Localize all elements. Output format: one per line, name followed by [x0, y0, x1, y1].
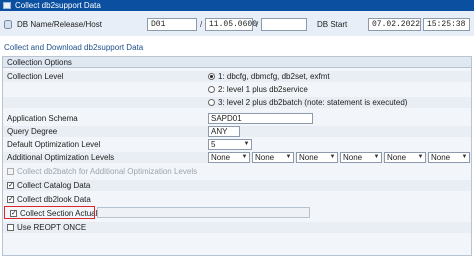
additional-opt-level-select[interactable]: None ▼: [428, 152, 470, 163]
chevron-down-icon: ▼: [417, 154, 424, 160]
collection-level-label: Collection Level: [7, 72, 64, 81]
checkbox-row-catalog: ✓ Collect Catalog Data: [3, 180, 471, 191]
collection-level-row: Collection Level 1: dbcfg, dbmcfg, db2se…: [3, 71, 471, 82]
host-field: [261, 18, 307, 31]
additional-opt-level-select[interactable]: None ▼: [208, 152, 250, 163]
db-start-label: DB Start: [317, 20, 348, 29]
chevron-down-icon: ▼: [241, 154, 248, 160]
db2batch-additional-label: Collect db2batch for Additional Optimiza…: [17, 167, 198, 176]
chevron-down-icon: ▼: [461, 154, 468, 160]
radio-level-3[interactable]: [208, 99, 215, 106]
window-title: Collect db2support Data: [15, 1, 101, 10]
db-info-label: DB Name/Release/Host: [17, 20, 102, 29]
collect-catalog-checkbox[interactable]: ✓: [7, 182, 14, 189]
additional-opt-level-select[interactable]: None ▼: [296, 152, 338, 163]
separator: /: [200, 20, 203, 29]
collect-db2look-checkbox[interactable]: ✓: [7, 196, 14, 203]
collect-catalog-label: Collect Catalog Data: [17, 181, 91, 190]
use-reopt-once-checkbox[interactable]: [7, 224, 14, 231]
db-start-time-field: 15:25:38: [423, 18, 470, 31]
section-title: Collect and Download db2support Data: [4, 43, 144, 52]
radio-level-2[interactable]: [208, 86, 215, 93]
additional-opt-level-value: None: [255, 153, 275, 162]
use-reopt-once-label: Use REOPT ONCE: [17, 223, 87, 232]
application-schema-label: Application Schema: [7, 114, 78, 123]
default-opt-level-select[interactable]: 5 ▼: [208, 139, 252, 150]
radio-level-1-label[interactable]: 1: dbcfg, dbmcfg, db2set, exfmt: [218, 72, 330, 82]
radio-level-1[interactable]: [208, 73, 215, 80]
query-degree-label: Query Degree: [7, 127, 58, 136]
additional-opt-level-select[interactable]: None ▼: [252, 152, 294, 163]
checkbox-row-db2look: ✓ Collect db2look Data: [3, 194, 471, 205]
chevron-down-icon: ▼: [373, 154, 380, 160]
query-degree-row: Query Degree ANY: [3, 126, 471, 137]
window-titlebar: Collect db2support Data: [0, 0, 474, 11]
release-field: 11.05.0600: [205, 18, 257, 31]
collection-level-row-2: 2: level 1 plus db2service: [3, 84, 471, 95]
default-opt-level-value: 5: [211, 140, 216, 149]
additional-opt-level-value: None: [211, 153, 231, 162]
radio-level-2-label[interactable]: 2: level 1 plus db2service: [218, 85, 308, 95]
checkbox-row-db2batch: Collect db2batch for Additional Optimiza…: [3, 166, 471, 177]
section-actuals-highlight: [4, 206, 95, 219]
chevron-down-icon: ▼: [243, 141, 250, 147]
app-icon: [3, 2, 11, 9]
chevron-down-icon: ▼: [285, 154, 292, 160]
chevron-down-icon: ▼: [329, 154, 336, 160]
application-schema-input[interactable]: SAPD01: [208, 113, 313, 124]
additional-opt-level-value: None: [343, 153, 363, 162]
application-schema-row: Application Schema SAPD01: [3, 113, 471, 124]
default-opt-level-row: Default Optimization Level 5 ▼: [3, 139, 471, 150]
separator: /: [256, 20, 259, 29]
additional-opt-level-value: None: [387, 153, 407, 162]
additional-opt-level-value: None: [299, 153, 319, 162]
additional-opt-level-select[interactable]: None ▼: [384, 152, 426, 163]
radio-level-3-label[interactable]: 3: level 2 plus db2batch (note: statemen…: [218, 98, 407, 108]
additional-opt-levels-row: Additional Optimization Levels None ▼ Non…: [3, 152, 471, 163]
query-degree-input[interactable]: ANY: [208, 126, 240, 137]
additional-opt-levels-label: Additional Optimization Levels: [7, 153, 115, 162]
additional-opt-level-value: None: [431, 153, 451, 162]
collection-level-row-3: 3: level 2 plus db2batch (note: statemen…: [3, 97, 471, 108]
collection-options-group: Collection Options Collection Level 1: d…: [2, 56, 472, 256]
db-name-field: D01: [147, 18, 197, 31]
section-actuals-field: [97, 207, 310, 218]
additional-opt-level-select[interactable]: None ▼: [340, 152, 382, 163]
group-title: Collection Options: [3, 57, 471, 68]
header-bar: DB Name/Release/Host D01 / 11.05.0600 / …: [0, 11, 474, 36]
database-icon: [4, 20, 12, 29]
db-start-date-field: 07.02.2022: [368, 18, 421, 31]
db2batch-additional-checkbox[interactable]: [7, 168, 14, 175]
collect-db2look-label: Collect db2look Data: [17, 195, 91, 204]
checkbox-row-reopt: Use REOPT ONCE: [3, 222, 471, 233]
default-opt-level-label: Default Optimization Level: [7, 140, 101, 149]
